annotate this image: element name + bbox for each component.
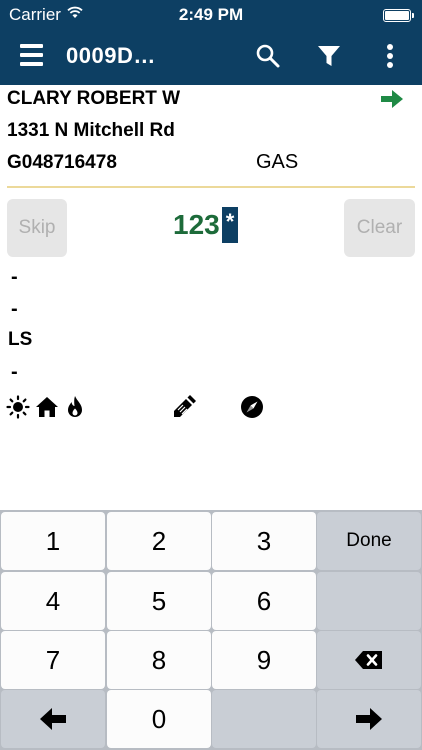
key-0[interactable]: 0 xyxy=(107,690,211,748)
key-9[interactable]: 9 xyxy=(212,631,316,689)
home-icon[interactable] xyxy=(35,395,59,419)
more-options-icon[interactable] xyxy=(375,41,405,71)
arrow-right-icon[interactable] xyxy=(380,88,404,110)
service-type: GAS xyxy=(256,151,299,173)
left-arrow-button[interactable] xyxy=(1,690,105,748)
search-icon[interactable] xyxy=(253,41,283,71)
divider xyxy=(7,186,415,188)
blank-key xyxy=(212,690,316,748)
numeric-keypad: 1 2 3 Done 4 5 6 7 8 9 0 xyxy=(0,510,422,750)
clear-button[interactable]: Clear xyxy=(344,199,415,257)
compass-icon[interactable] xyxy=(240,395,264,419)
key-7[interactable]: 7 xyxy=(1,631,105,689)
field-value: - xyxy=(11,266,18,288)
key-8[interactable]: 8 xyxy=(107,631,211,689)
app-header: Carrier 2:49 PM 0009D… xyxy=(0,0,422,85)
battery-icon xyxy=(383,9,414,22)
key-1[interactable]: 1 xyxy=(1,512,105,570)
backspace-icon xyxy=(355,651,382,669)
skip-button[interactable]: Skip xyxy=(7,199,67,257)
key-3[interactable]: 3 xyxy=(212,512,316,570)
flame-icon[interactable] xyxy=(66,395,84,419)
customer-name: CLARY ROBERT W xyxy=(7,88,181,109)
arrow-left-icon xyxy=(40,708,66,730)
blank-key xyxy=(317,572,421,630)
right-arrow-button[interactable] xyxy=(317,690,421,748)
key-6[interactable]: 6 xyxy=(212,572,316,630)
key-5[interactable]: 5 xyxy=(107,572,211,630)
key-4[interactable]: 4 xyxy=(1,572,105,630)
filter-icon[interactable] xyxy=(314,41,344,71)
menu-button[interactable] xyxy=(20,44,43,66)
done-button[interactable]: Done xyxy=(317,512,421,570)
sun-icon[interactable] xyxy=(6,395,30,419)
reading-input[interactable]: 123 xyxy=(173,209,220,241)
arrow-right-icon xyxy=(356,708,382,730)
route-title: 0009D… xyxy=(66,43,156,68)
input-cursor: * xyxy=(222,207,238,243)
field-value: - xyxy=(11,298,18,320)
status-bar: Carrier 2:49 PM xyxy=(0,0,422,30)
nav-bar: 0009D… xyxy=(0,30,422,85)
field-value: LS xyxy=(8,329,33,350)
service-address: 1331 N Mitchell Rd xyxy=(7,120,175,141)
field-value: - xyxy=(11,361,18,383)
meter-id: G048716478 xyxy=(7,152,117,173)
edit-note-icon[interactable] xyxy=(172,395,196,419)
status-time: 2:49 PM xyxy=(178,5,244,24)
backspace-button[interactable] xyxy=(317,631,421,689)
key-2[interactable]: 2 xyxy=(107,512,211,570)
